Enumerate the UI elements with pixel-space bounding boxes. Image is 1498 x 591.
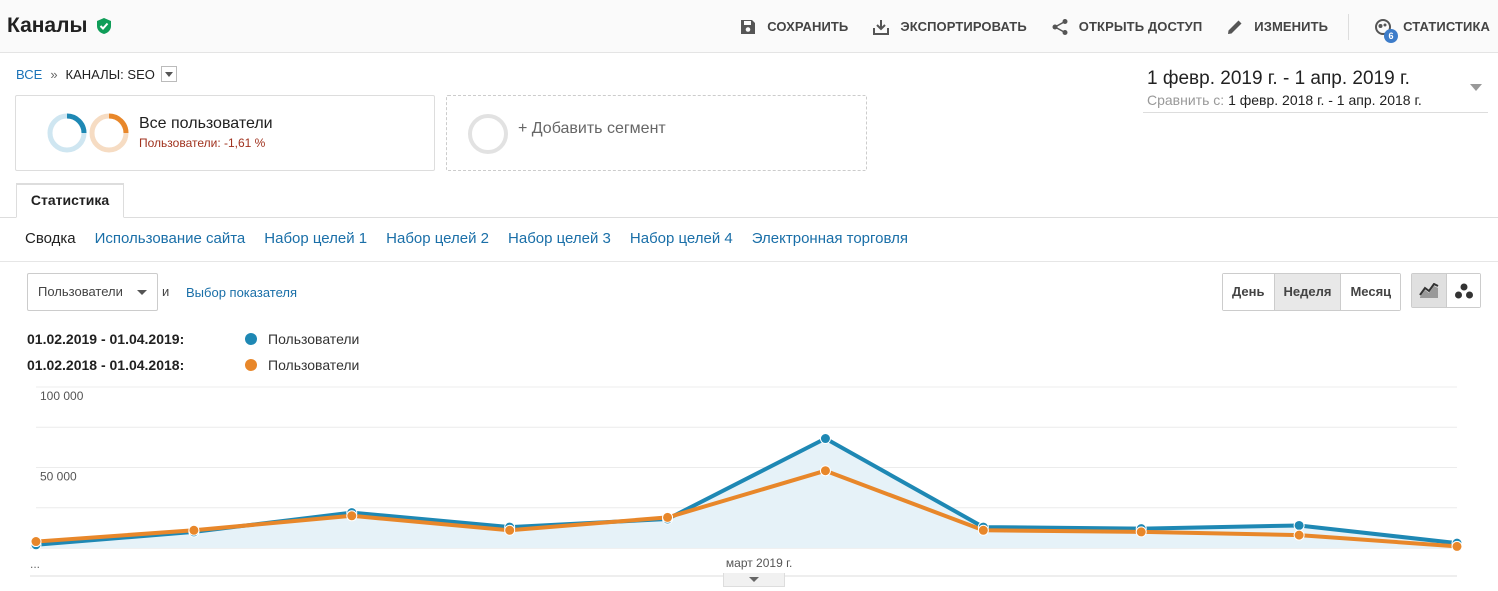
period-day-button[interactable]: День [1223, 274, 1274, 310]
breadcrumb-current: КАНАЛЫ: SEO [65, 66, 155, 82]
period-toggle: День Неделя Месяц [1222, 273, 1402, 311]
users-line-chart: 100 000 50 000... март 2019 г. [30, 386, 1463, 577]
period-week-button[interactable]: Неделя [1273, 274, 1341, 310]
share-button[interactable]: ОТКРЫТЬ ДОСТУП [1051, 18, 1203, 36]
divider [1348, 13, 1350, 40]
line-chart-icon [1419, 282, 1439, 298]
insights-button[interactable]: 6 СТАТИСТИКА [1373, 17, 1490, 43]
export-label: ЭКСПОРТИРОВАТЬ [900, 19, 1027, 34]
save-button[interactable]: СОХРАНИТЬ [739, 18, 848, 36]
insights-label: СТАТИСТИКА [1403, 19, 1490, 34]
breadcrumb-separator: » [50, 66, 58, 82]
save-label: СОХРАНИТЬ [767, 19, 849, 34]
subnav-summary[interactable]: Сводка [25, 230, 76, 247]
chart-collapse-toggle[interactable] [723, 573, 785, 587]
segment-rings-icon [47, 113, 129, 153]
pencil-icon [1228, 20, 1242, 34]
data-point-previous [1293, 529, 1305, 541]
legend-row-current: 01.02.2019 - 01.04.2019: Пользователи [27, 331, 359, 347]
data-point-previous [1451, 540, 1463, 552]
legend-row-previous: 01.02.2018 - 01.04.2018: Пользователи [27, 357, 359, 373]
metric-select[interactable]: Пользователи [27, 273, 158, 311]
segment-card-all-users[interactable]: Все пользователи Пользователи: -1,61 % [15, 95, 435, 171]
legend-date: 01.02.2018 - 01.04.2018: [27, 357, 185, 373]
subnav-goal-set-3[interactable]: Набор целей 3 [508, 230, 611, 247]
report-actions: СОХРАНИТЬ ЭКСПОРТИРОВАТЬ ОТКРЫТЬ ДОСТУП … [715, 0, 1490, 53]
line-chart-button[interactable] [1412, 274, 1446, 307]
date-range-picker[interactable]: 1 февр. 2019 г. - 1 апр. 2019 г. Сравнит… [1143, 66, 1488, 113]
report-subnav: Сводка Использование сайта Набор целей 1… [25, 230, 927, 247]
page-title: Каналы [7, 14, 88, 37]
date-range-compare: Сравнить с: 1 февр. 2018 г. - 1 апр. 201… [1147, 92, 1422, 108]
legend-dot [245, 359, 257, 371]
tabs-divider [0, 217, 1498, 218]
insights-icon: 6 [1373, 17, 1399, 43]
add-segment-circle-icon [468, 114, 508, 154]
data-point-previous [977, 524, 989, 536]
share-icon [1052, 18, 1068, 35]
y-tick-label: 50 000 [40, 470, 77, 484]
data-point-previous [819, 465, 831, 477]
edit-button[interactable]: ИЗМЕНИТЬ [1226, 18, 1328, 36]
legend-dot [245, 333, 257, 345]
choose-metric-link[interactable]: Выбор показателя [186, 285, 297, 300]
add-segment-label: + Добавить сегмент [518, 120, 666, 137]
legend-label: Пользователи [268, 331, 360, 347]
export-button[interactable]: ЭКСПОРТИРОВАТЬ [872, 18, 1027, 36]
data-point-previous [30, 536, 42, 548]
export-icon [873, 19, 890, 35]
and-label: и [162, 284, 170, 299]
compare-label: Сравнить с: [1147, 92, 1225, 108]
subnav-goal-set-2[interactable]: Набор целей 2 [386, 230, 489, 247]
data-point-previous [504, 524, 516, 536]
share-label: ОТКРЫТЬ ДОСТУП [1078, 19, 1203, 34]
motion-chart-button[interactable] [1446, 274, 1480, 307]
data-point-previous [1135, 526, 1147, 538]
insights-badge: 6 [1384, 28, 1399, 43]
subnav-ecommerce[interactable]: Электронная торговля [752, 230, 908, 247]
data-point-previous [662, 511, 674, 523]
chevron-down-icon [1470, 84, 1482, 91]
save-icon [741, 19, 756, 34]
edit-label: ИЗМЕНИТЬ [1254, 19, 1329, 34]
bubbles-icon [1454, 283, 1473, 298]
add-segment-button[interactable]: + Добавить сегмент [446, 95, 867, 171]
period-month-button[interactable]: Месяц [1340, 274, 1401, 310]
compare-value: 1 февр. 2018 г. - 1 апр. 2018 г. [1228, 92, 1422, 108]
subnav-goal-set-1[interactable]: Набор целей 1 [264, 230, 367, 247]
tab-statistics[interactable]: Статистика [16, 183, 124, 218]
breadcrumb: ВСЕ » КАНАЛЫ: SEO [16, 66, 177, 82]
date-range-main: 1 февр. 2019 г. - 1 апр. 2019 г. [1147, 68, 1410, 89]
data-point-previous [188, 524, 200, 536]
segment-name: Все пользователи [139, 115, 273, 132]
subnav-site-usage[interactable]: Использование сайта [95, 230, 246, 247]
chart-type-toggle [1411, 273, 1481, 308]
data-point-current [819, 433, 831, 445]
top-bar: Каналы СОХРАНИТЬ ЭКСПОРТИРОВАТЬ ОТКРЫТЬ … [0, 0, 1498, 53]
legend-date: 01.02.2019 - 01.04.2019: [27, 331, 185, 347]
breadcrumb-dropdown-button[interactable] [160, 66, 177, 82]
y-tick-label: 100 000 [40, 389, 84, 403]
data-point-current [1293, 519, 1305, 531]
data-point-previous [346, 510, 358, 522]
verified-shield-icon [97, 18, 111, 34]
legend-label: Пользователи [268, 357, 360, 373]
subnav-divider [0, 261, 1498, 262]
x-tick-label: ... [30, 557, 40, 571]
x-tick-label: март 2019 г. [726, 556, 792, 570]
subnav-goal-set-4[interactable]: Набор целей 4 [630, 230, 733, 247]
breadcrumb-all-link[interactable]: ВСЕ [16, 67, 42, 82]
segment-change: Пользователи: -1,61 % [139, 136, 266, 150]
